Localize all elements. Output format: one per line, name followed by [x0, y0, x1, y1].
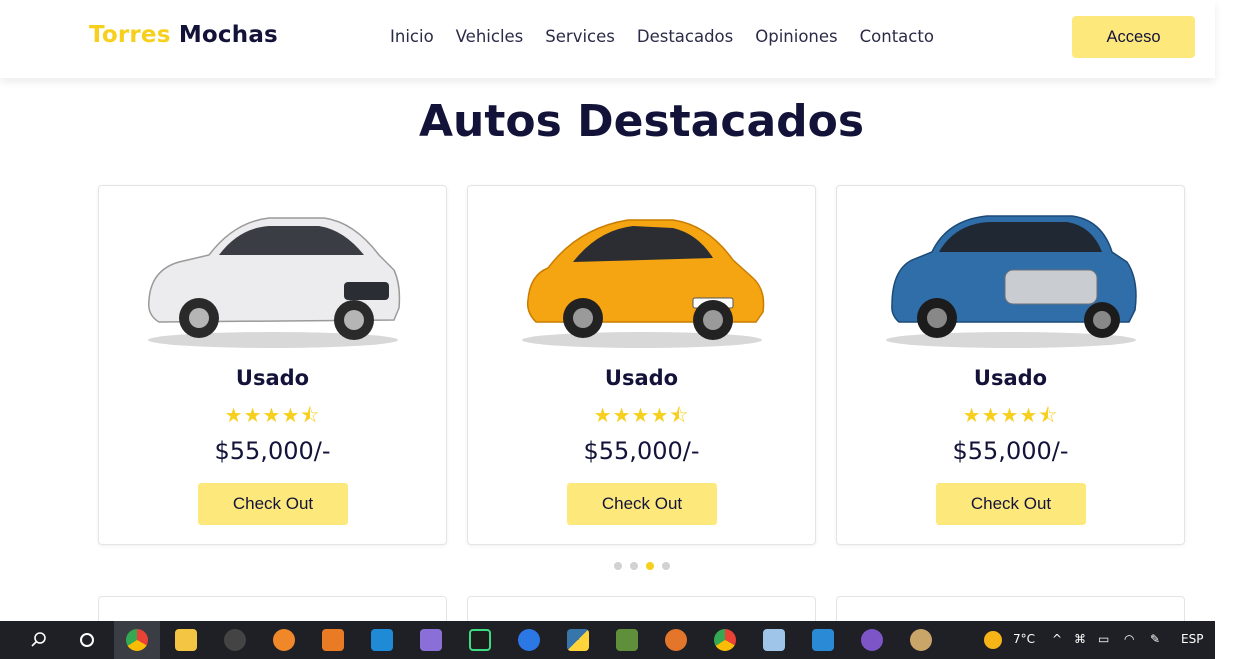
car-image-blue-suv — [886, 215, 1137, 348]
check-out-button[interactable]: Check Out — [567, 483, 717, 525]
app-icon[interactable] — [751, 621, 797, 659]
cortana-icon[interactable] — [64, 621, 110, 659]
network-icon[interactable]: ⌘ — [1074, 632, 1086, 646]
blender-icon[interactable] — [261, 621, 307, 659]
inkscape-icon[interactable] — [212, 621, 258, 659]
site-header: Torres Mochas Inicio Vehicles Services D… — [0, 0, 1215, 78]
slider-dot[interactable] — [614, 562, 622, 570]
battery-icon[interactable]: ▭ — [1098, 632, 1109, 646]
car-title: Usado — [973, 366, 1048, 390]
vscode-icon[interactable] — [359, 621, 405, 659]
pycharm-icon[interactable] — [457, 621, 503, 659]
car-price: $55,000/- — [583, 437, 700, 465]
site-logo[interactable]: Torres Mochas — [89, 22, 278, 48]
rating-stars: ★★★★⯪ — [962, 403, 1059, 427]
os-taskbar: 7°C ^ ⌘ ▭ ◠ ✎ ESP — [0, 621, 1215, 659]
sublime-text-icon[interactable] — [310, 621, 356, 659]
logo-part-2: Mochas — [178, 22, 278, 48]
app-icon[interactable] — [604, 621, 650, 659]
page-scrollbar-area[interactable] — [1215, 0, 1254, 621]
python-icon[interactable] — [555, 621, 601, 659]
slider-dot-active[interactable] — [646, 562, 654, 570]
chrome-icon[interactable] — [114, 621, 160, 659]
app-icon[interactable] — [506, 621, 552, 659]
car-title: Usado — [604, 366, 679, 390]
logo-part-1: Torres — [89, 22, 171, 48]
car-price: $55,000/- — [214, 437, 331, 465]
app-icon[interactable] — [653, 621, 699, 659]
nav-link-vehicles[interactable]: Vehicles — [456, 27, 524, 46]
weather-sun-icon[interactable] — [970, 621, 1016, 659]
photos-icon[interactable] — [800, 621, 846, 659]
slider-dot[interactable] — [630, 562, 638, 570]
login-button[interactable]: Acceso — [1072, 16, 1195, 58]
chevron-up-icon[interactable]: ^ — [1052, 632, 1062, 646]
rating-stars: ★★★★⯪ — [224, 403, 321, 427]
app-icon[interactable] — [849, 621, 895, 659]
file-explorer-icon[interactable] — [163, 621, 209, 659]
car-image-orange-hatchback — [522, 219, 765, 348]
nav-link-inicio[interactable]: Inicio — [390, 27, 434, 46]
check-out-button[interactable]: Check Out — [936, 483, 1086, 525]
section-title: Autos Destacados — [0, 96, 1254, 147]
language-indicator[interactable]: ESP — [1181, 632, 1203, 646]
car-image-white-suv — [147, 217, 401, 348]
weather-temperature[interactable]: 7°C — [1013, 632, 1035, 646]
nav-link-opiniones[interactable]: Opiniones — [755, 27, 837, 46]
car-card: Usado ★★★★⯪ $55,000/- Check Out — [836, 185, 1185, 545]
paint-icon[interactable] — [898, 621, 944, 659]
section-title-rest: Destacados — [577, 96, 865, 147]
nav-link-contacto[interactable]: Contacto — [860, 27, 934, 46]
pen-icon[interactable]: ✎ — [1150, 632, 1160, 646]
wifi-icon[interactable]: ◠ — [1124, 632, 1134, 646]
car-price: $55,000/- — [952, 437, 1069, 465]
check-out-button[interactable]: Check Out — [198, 483, 348, 525]
car-card: Usado ★★★★⯪ $55,000/- Check Out — [467, 185, 816, 545]
chrome-icon[interactable] — [702, 621, 748, 659]
car-card: Usado ★★★★⯪ $55,000/- Check Out — [98, 185, 447, 545]
search-icon[interactable] — [16, 621, 62, 659]
nav-link-services[interactable]: Services — [545, 27, 615, 46]
section-title-highlight: Autos — [418, 96, 562, 147]
slider-dot[interactable] — [662, 562, 670, 570]
slider-pagination — [614, 562, 670, 570]
app-icon[interactable] — [408, 621, 454, 659]
nav-link-destacados[interactable]: Destacados — [637, 27, 733, 46]
car-title: Usado — [235, 366, 310, 390]
rating-stars: ★★★★⯪ — [593, 403, 690, 427]
main-nav: Inicio Vehicles Services Destacados Opin… — [390, 27, 956, 46]
